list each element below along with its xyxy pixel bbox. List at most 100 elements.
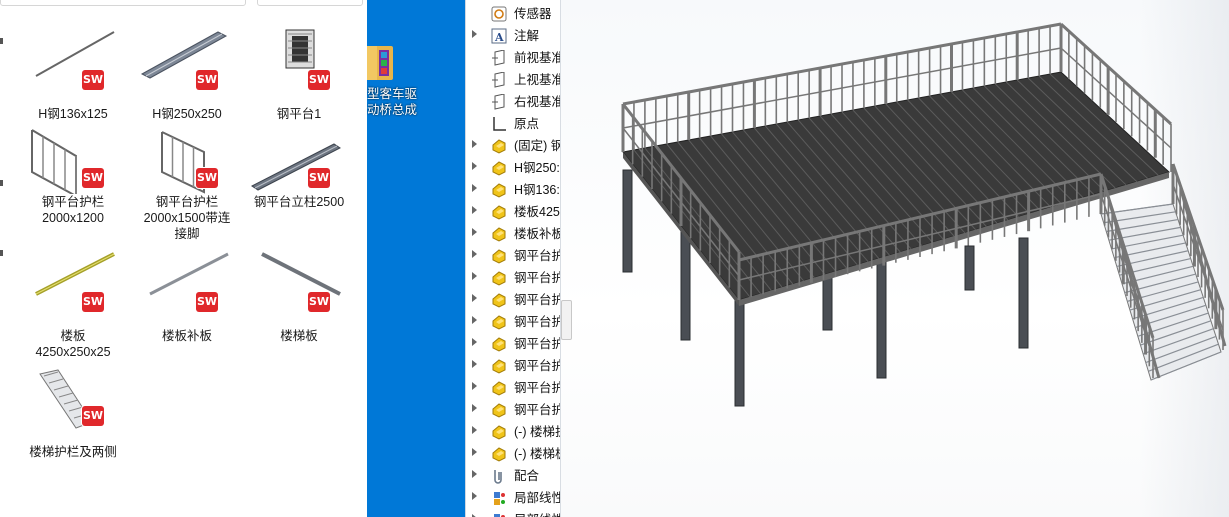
file-item[interactable]: SW 楼板 4250x250x25 bbox=[14, 250, 132, 360]
tree-item[interactable]: (-) 楼梯板 bbox=[466, 443, 561, 465]
steel-bar-thumbnail-icon: SW bbox=[18, 28, 128, 106]
file-item[interactable]: SW 钢平台立柱2500 bbox=[240, 116, 358, 210]
tree-item-label: 楼板425 bbox=[514, 205, 560, 219]
tree-item[interactable]: 楼板425 bbox=[466, 201, 561, 223]
file-item-caption: 楼梯板 bbox=[280, 329, 318, 343]
expand-arrow-icon[interactable] bbox=[472, 470, 477, 478]
part-icon bbox=[492, 337, 506, 352]
h-beam-thumbnail-icon: SW bbox=[132, 28, 242, 106]
part-icon bbox=[492, 447, 506, 462]
filler-plate-thumbnail-icon: SW bbox=[132, 250, 242, 328]
tree-item-label: H钢250: bbox=[514, 161, 560, 175]
tree-item-label: H钢136: bbox=[514, 183, 560, 197]
tree-item-label: 前视基准 bbox=[514, 51, 561, 65]
expand-arrow-icon[interactable] bbox=[472, 360, 477, 368]
file-item[interactable]: SW 楼梯护栏及两侧 bbox=[14, 366, 132, 460]
graphics-viewport[interactable] bbox=[560, 0, 1229, 517]
tree-item[interactable]: H钢136: bbox=[466, 179, 561, 201]
platform-assembly-thumbnail-icon: SW bbox=[244, 28, 354, 106]
file-item[interactable]: SW 钢平台护栏 2000x1500带连 接脚 bbox=[128, 116, 246, 242]
solidworks-badge-icon: SW bbox=[196, 168, 218, 188]
expand-arrow-icon[interactable] bbox=[472, 404, 477, 412]
plane-icon bbox=[492, 72, 505, 88]
tree-item-label: 钢平台护 bbox=[514, 293, 561, 307]
stair-railing-thumbnail-icon: SW bbox=[18, 366, 128, 444]
annotation-icon: A bbox=[491, 28, 507, 44]
solidworks-badge-icon: SW bbox=[82, 406, 104, 426]
expand-arrow-icon[interactable] bbox=[472, 30, 477, 38]
file-item[interactable]: SW 楼板补板 bbox=[128, 250, 246, 344]
stair-plate-thumbnail-icon: SW bbox=[244, 250, 354, 328]
file-item[interactable]: SW 钢平台1 bbox=[240, 28, 358, 122]
expand-arrow-icon[interactable] bbox=[472, 338, 477, 346]
file-item[interactable]: SW 钢平台护栏 2000x1200 bbox=[14, 116, 132, 226]
expand-arrow-icon[interactable] bbox=[472, 382, 477, 390]
tree-item-label: (固定) 钢 bbox=[514, 139, 561, 153]
steel-platform-model[interactable] bbox=[561, 0, 1229, 517]
tree-item[interactable]: H钢250: bbox=[466, 157, 561, 179]
solidworks-badge-icon: SW bbox=[308, 168, 330, 188]
file-item-caption: 钢平台立柱2500 bbox=[253, 195, 345, 209]
tree-item[interactable]: 右视基准 bbox=[466, 91, 561, 113]
plane-icon bbox=[492, 94, 505, 110]
solidworks-badge-icon: SW bbox=[82, 168, 104, 188]
expand-arrow-icon[interactable] bbox=[472, 426, 477, 434]
pattern-icon bbox=[494, 514, 505, 517]
tree-item[interactable]: 楼板补板 bbox=[466, 223, 561, 245]
tree-item[interactable]: 上视基准 bbox=[466, 69, 561, 91]
tree-item[interactable]: 钢平台护 bbox=[466, 311, 561, 333]
sensor-icon bbox=[491, 6, 507, 22]
solidworks-badge-icon: SW bbox=[196, 292, 218, 312]
railing-thumbnail-icon: SW bbox=[18, 116, 128, 194]
tree-item-label: 钢平台护 bbox=[514, 381, 561, 395]
tree-item-label: 钢平台护 bbox=[514, 249, 561, 263]
file-item[interactable]: SW 楼梯板 bbox=[240, 250, 358, 344]
pattern-icon bbox=[494, 492, 505, 505]
expand-arrow-icon[interactable] bbox=[472, 250, 477, 258]
tree-item[interactable]: 钢平台护 bbox=[466, 355, 561, 377]
tree-item[interactable]: 钢平台护 bbox=[466, 289, 561, 311]
tree-item[interactable]: 钢平台护 bbox=[466, 399, 561, 421]
part-icon bbox=[492, 139, 506, 154]
tree-item[interactable]: (-) 楼梯护 bbox=[466, 421, 561, 443]
expand-arrow-icon[interactable] bbox=[472, 316, 477, 324]
tree-item[interactable]: 配合 bbox=[466, 465, 561, 487]
nav-pane-edge bbox=[0, 20, 6, 260]
solidworks-badge-icon: SW bbox=[196, 70, 218, 90]
svg-text:A: A bbox=[494, 31, 504, 44]
tree-item[interactable]: 钢平台护 bbox=[466, 377, 561, 399]
tree-item-label: 钢平台护 bbox=[514, 403, 561, 417]
tree-item[interactable]: 传感器 bbox=[466, 3, 561, 25]
file-item-caption: 楼板补板 bbox=[161, 329, 212, 343]
tree-item[interactable]: 钢平台护 bbox=[466, 245, 561, 267]
expand-arrow-icon[interactable] bbox=[472, 162, 477, 170]
tree-item[interactable]: 钢平台护 bbox=[466, 267, 561, 289]
search-box[interactable] bbox=[257, 0, 363, 6]
expand-arrow-icon[interactable] bbox=[472, 206, 477, 214]
tree-item-label: 注解 bbox=[514, 29, 540, 43]
expand-arrow-icon[interactable] bbox=[472, 294, 477, 302]
file-item[interactable]: SW H钢250x250 bbox=[128, 28, 246, 122]
tree-item[interactable]: 局部线性 bbox=[466, 509, 561, 517]
solidworks-badge-icon: SW bbox=[82, 292, 104, 312]
tree-item-label: 钢平台护 bbox=[514, 315, 561, 329]
part-icon bbox=[492, 403, 506, 418]
expand-arrow-icon[interactable] bbox=[472, 228, 477, 236]
expand-arrow-icon[interactable] bbox=[472, 448, 477, 456]
tree-item[interactable]: 钢平台护 bbox=[466, 333, 561, 355]
tree-item[interactable]: A 注解 bbox=[466, 25, 561, 47]
file-item[interactable]: SW H钢136x125 bbox=[14, 28, 132, 122]
expand-arrow-icon[interactable] bbox=[472, 140, 477, 148]
tree-item[interactable]: 前视基准 bbox=[466, 47, 561, 69]
expand-arrow-icon[interactable] bbox=[472, 184, 477, 192]
part-icon bbox=[492, 381, 506, 396]
tree-item[interactable]: 原点 bbox=[466, 113, 561, 135]
tree-item[interactable]: 局部线性 bbox=[466, 487, 561, 509]
tree-item-label: 钢平台护 bbox=[514, 337, 561, 351]
tree-item[interactable]: (固定) 钢 bbox=[466, 135, 561, 157]
expand-arrow-icon[interactable] bbox=[472, 492, 477, 500]
solidworks-badge-icon: SW bbox=[308, 292, 330, 312]
part-icon bbox=[492, 425, 506, 440]
expand-arrow-icon[interactable] bbox=[472, 272, 477, 280]
address-bar[interactable] bbox=[0, 0, 246, 6]
